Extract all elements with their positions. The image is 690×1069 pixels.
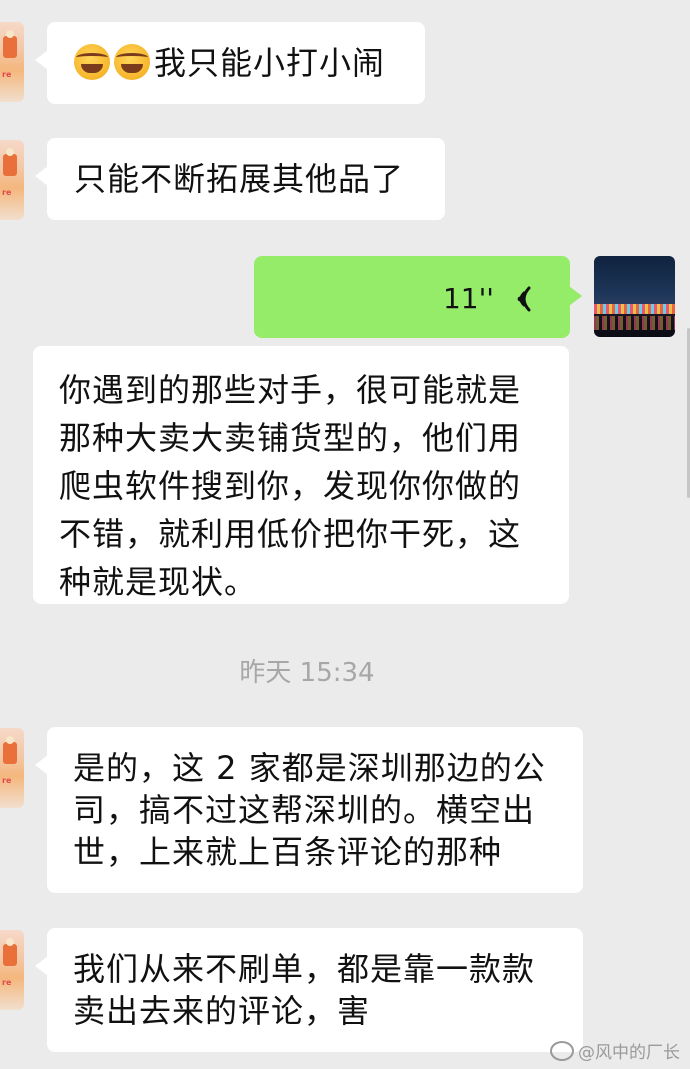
voice-duration: 11'' (442, 282, 494, 315)
message-bubble-incoming[interactable]: 我们从来不刷单，都是靠一款款 卖出去来的评论，害 (35, 928, 583, 1052)
watermark-text: @风中的厂长 (578, 1043, 680, 1063)
avatar-label-graphic: re (2, 978, 12, 987)
message-text: 我只能小打小闹 (154, 44, 386, 82)
weibo-icon (550, 1041, 574, 1061)
voice-message-bubble-outgoing[interactable]: 11'' (254, 256, 582, 338)
contact-avatar[interactable]: re (0, 22, 24, 102)
message-bubble-incoming[interactable]: 是的，这 2 家都是深圳那边的公 司，搞不过这帮深圳的。横空出 世，上来就上百条… (35, 727, 583, 893)
avatar-cake-image (3, 30, 17, 58)
avatar-cake-image (3, 148, 17, 176)
avatar-label-graphic: re (2, 70, 12, 79)
weibo-watermark: @风中的厂长 (550, 1038, 680, 1063)
face-with-tears-emoji (114, 44, 150, 80)
chat-timestamp: 昨天 15:34 (239, 658, 375, 688)
message-text: 只能不断拓展其他品了 (74, 160, 405, 198)
avatar-cake-image (3, 938, 17, 966)
avatar-water-reflection (594, 316, 675, 330)
avatar-label-graphic: re (2, 776, 12, 785)
message-text-line: 种就是现状。 (59, 563, 258, 601)
message-text-line: 世，上来就上百条评论的那种 (73, 833, 503, 871)
contact-avatar[interactable]: re (0, 728, 24, 808)
avatar-cake-image (3, 736, 17, 764)
message-bubble-incoming[interactable]: 你遇到的那些对手，很可能就是 那种大卖大卖铺货型的，他们用 爬虫软件搜到你，发现… (33, 346, 569, 604)
face-with-tears-emoji (74, 44, 110, 80)
avatar-label-graphic: re (2, 188, 12, 197)
message-text-line: 不错，就利用低价把你干死，这 (59, 515, 522, 553)
message-text-line: 爬虫软件搜到你，发现你你做的 (59, 467, 522, 505)
message-bubble-incoming[interactable]: 只能不断拓展其他品了 (35, 138, 445, 220)
contact-avatar[interactable]: re (0, 140, 24, 220)
message-text-line: 你遇到的那些对手，很可能就是 (59, 371, 522, 409)
message-text-line: 我们从来不刷单，都是靠一款款 (73, 950, 536, 988)
voice-waves-icon (517, 286, 531, 312)
message-bubble-incoming[interactable]: 我只能小打小闹 (35, 22, 425, 104)
message-text-line: 司，搞不过这帮深圳的。横空出 (73, 791, 536, 829)
message-text-line: 卖出去来的评论，害 (73, 992, 371, 1030)
message-text-line: 那种大卖大卖铺货型的，他们用 (59, 419, 522, 457)
contact-avatar[interactable]: re (0, 930, 24, 1010)
message-text-line: 是的，这 2 家都是深圳那边的公 (73, 749, 546, 787)
avatar-city-lights-image (594, 304, 675, 314)
my-avatar[interactable] (594, 256, 675, 337)
